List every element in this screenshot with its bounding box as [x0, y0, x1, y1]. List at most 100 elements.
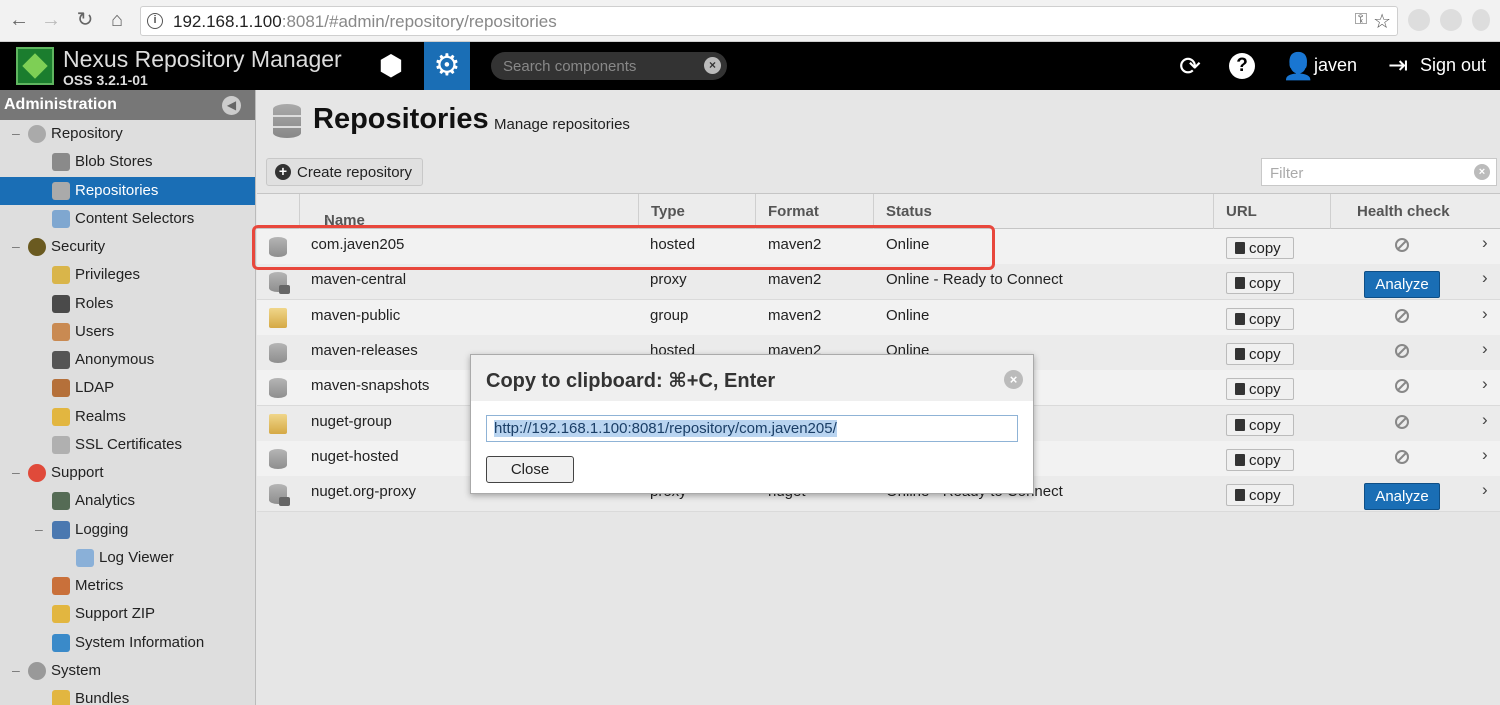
tree-toggle-icon[interactable]: – [12, 125, 20, 141]
sidebar-item[interactable]: – Repository [0, 120, 255, 148]
create-repository-button[interactable]: + Create repository [266, 158, 423, 186]
sidebar-item[interactable]: – Security [0, 233, 255, 261]
copy-url-button[interactable]: copy [1226, 272, 1294, 294]
medal-icon [52, 266, 70, 285]
sidebar-item[interactable]: SSL Certificates [0, 431, 255, 459]
tree-toggle-icon[interactable]: – [12, 238, 20, 254]
filter-input[interactable]: Filter × [1261, 158, 1497, 186]
sidebar-item[interactable]: LDAP [0, 374, 255, 402]
analytics-icon [52, 492, 70, 511]
sidebar-item[interactable]: – Logging [0, 516, 255, 544]
row-chevron-right-icon[interactable]: › [1482, 233, 1488, 253]
repo-format: maven2 [768, 271, 822, 288]
certificate-icon [52, 435, 70, 454]
tree-toggle-icon[interactable]: – [12, 464, 20, 480]
clipboard-icon [1235, 313, 1245, 325]
metrics-icon [52, 577, 70, 595]
copy-url-button[interactable]: copy [1226, 237, 1294, 259]
extension-icon[interactable] [1472, 9, 1490, 31]
sidebar-item[interactable]: Log Viewer [0, 544, 255, 572]
copy-url-button[interactable]: copy [1226, 484, 1294, 506]
sidebar-item[interactable]: Roles [0, 290, 255, 318]
sidebar-item-label: Support ZIP [75, 605, 156, 623]
copy-url-button[interactable]: copy [1226, 308, 1294, 330]
logging-icon [52, 520, 70, 539]
repo-status: Online - Ready to Connect [886, 271, 1063, 288]
home-icon[interactable]: ⌂ [106, 9, 128, 31]
row-chevron-right-icon[interactable]: › [1482, 410, 1488, 430]
sidebar-item[interactable]: Anonymous [0, 346, 255, 374]
sidebar-item[interactable]: Analytics [0, 487, 255, 515]
forward-icon[interactable]: → [40, 9, 62, 31]
refresh-icon[interactable]: ⟳ [1175, 51, 1205, 81]
copy-url-button[interactable]: copy [1226, 343, 1294, 365]
analyze-button[interactable]: Analyze [1364, 483, 1440, 510]
sidebar-item[interactable]: Bundles [0, 685, 255, 705]
user-icon[interactable]: 👤 [1282, 51, 1314, 81]
admin-gear-icon[interactable]: ⚙ [424, 42, 470, 90]
sidebar-item[interactable]: Blob Stores [0, 148, 255, 176]
address-bar[interactable]: i 192.168.1.100:8081/#admin/repository/r… [140, 6, 1398, 36]
info-icon[interactable]: i [147, 13, 163, 29]
row-chevron-right-icon[interactable]: › [1482, 445, 1488, 465]
copy-url-button[interactable]: copy [1226, 378, 1294, 400]
column-header-format[interactable]: Format [755, 194, 873, 229]
sidebar-item[interactable]: System Information [0, 629, 255, 657]
sidebar-item[interactable]: Realms [0, 403, 255, 431]
column-header-status[interactable]: Status [873, 194, 1213, 229]
sidebar-item[interactable]: Privileges [0, 261, 255, 289]
sidebar-item[interactable]: Content Selectors [0, 205, 255, 233]
row-chevron-right-icon[interactable]: › [1482, 339, 1488, 359]
sidebar-item[interactable]: – Support [0, 459, 255, 487]
health-check-disabled-icon [1395, 379, 1409, 393]
address-url[interactable]: 192.168.1.100:8081/#admin/repository/rep… [173, 12, 557, 32]
copy-label: copy [1249, 311, 1281, 328]
row-chevron-right-icon[interactable]: › [1482, 480, 1488, 500]
search-clear-icon[interactable]: × [704, 57, 721, 74]
anonymous-icon [52, 351, 70, 369]
sidebar-item[interactable]: Repositories [0, 176, 255, 205]
extension-icon[interactable] [1440, 9, 1462, 31]
clipboard-url-field[interactable]: http://192.168.1.100:8081/repository/com… [486, 415, 1018, 442]
sidebar-item[interactable]: – System [0, 657, 255, 685]
close-button[interactable]: Close [486, 456, 574, 483]
collapse-sidebar-icon[interactable]: ◀ [222, 96, 241, 115]
sign-out-icon[interactable]: ⇥ [1384, 51, 1412, 81]
copy-url-button[interactable]: copy [1226, 449, 1294, 471]
sidebar-item[interactable]: Users [0, 318, 255, 346]
clipboard-icon [1235, 242, 1245, 254]
health-check-disabled-icon [1395, 309, 1409, 323]
tree-toggle-icon[interactable]: – [12, 662, 20, 678]
column-header-health-check[interactable]: Health check [1330, 194, 1473, 229]
bookmark-star-icon[interactable]: ☆ [1373, 9, 1391, 34]
column-header-url[interactable]: URL [1213, 194, 1331, 229]
sidebar-item[interactable]: Support ZIP [0, 600, 255, 628]
browse-cube-icon[interactable]: ⬢ [368, 42, 414, 90]
dialog-close-icon[interactable]: × [1004, 370, 1023, 389]
column-header-label: Type [651, 203, 685, 220]
sign-out-link[interactable]: Sign out [1420, 55, 1486, 76]
extension-icon[interactable] [1408, 9, 1430, 31]
column-header-name[interactable]: Name ↑ [299, 194, 639, 229]
row-chevron-right-icon[interactable]: › [1482, 374, 1488, 394]
tree-toggle-icon[interactable]: – [35, 521, 43, 537]
sidebar-item-label: System Information [75, 633, 205, 651]
column-header-type[interactable]: Type [638, 194, 756, 229]
row-chevron-right-icon[interactable]: › [1482, 268, 1488, 288]
username-link[interactable]: javen [1314, 55, 1357, 76]
browser-toolbar: ← → ↻ ⌂ i 192.168.1.100:8081/#admin/repo… [0, 0, 1500, 42]
table-row[interactable]: maven-public group maven2 Online copy › [257, 300, 1500, 336]
back-icon[interactable]: ← [8, 9, 30, 31]
key-icon[interactable]: ⚿ [1355, 11, 1367, 29]
copy-url-button[interactable]: copy [1226, 414, 1294, 436]
sidebar-item[interactable]: Metrics [0, 572, 255, 600]
search-components-input[interactable]: Search components × [491, 52, 727, 80]
filter-clear-icon[interactable]: × [1474, 164, 1490, 180]
help-icon[interactable]: ? [1229, 53, 1255, 79]
reload-icon[interactable]: ↻ [74, 9, 96, 31]
analyze-button[interactable]: Analyze [1364, 271, 1440, 298]
ldap-book-icon [52, 379, 70, 398]
copy-label: copy [1249, 381, 1281, 398]
row-chevron-right-icon[interactable]: › [1482, 304, 1488, 324]
lifebuoy-icon [28, 464, 46, 482]
